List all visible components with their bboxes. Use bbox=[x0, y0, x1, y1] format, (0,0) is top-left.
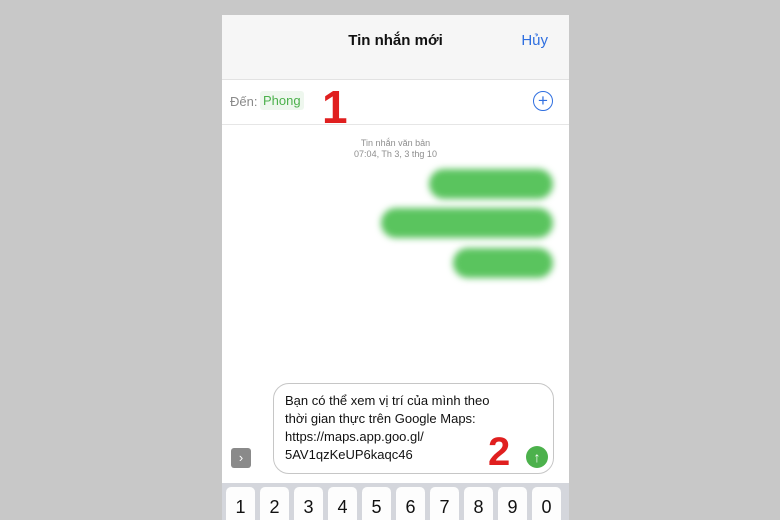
keyboard: 1 2 3 4 5 6 7 8 9 0 bbox=[222, 483, 569, 520]
timestamp-time: 07:04, Th 3, 3 thg 10 bbox=[354, 149, 437, 159]
arrow-up-icon[interactable]: ↑ bbox=[526, 446, 548, 468]
key-7[interactable]: 7 bbox=[430, 487, 459, 520]
key-9[interactable]: 9 bbox=[498, 487, 527, 520]
chevron-right-icon[interactable]: › bbox=[231, 448, 251, 468]
recipient-row[interactable]: Đến: Phong 1 + bbox=[222, 80, 569, 133]
nav-bar: Tin nhắn mới Hủy bbox=[222, 15, 569, 80]
recipient-label: Đến: bbox=[230, 94, 258, 109]
key-6[interactable]: 6 bbox=[396, 487, 425, 520]
key-2[interactable]: 2 bbox=[260, 487, 289, 520]
page-title: Tin nhắn mới bbox=[348, 32, 443, 49]
message-bubble-blurred bbox=[453, 248, 553, 278]
key-4[interactable]: 4 bbox=[328, 487, 357, 520]
key-8[interactable]: 8 bbox=[464, 487, 493, 520]
key-0[interactable]: 0 bbox=[532, 487, 561, 520]
annotation-number-2: 2 bbox=[488, 430, 511, 474]
message-input-text: Bạn có thể xem vị trí của mình theo thời… bbox=[285, 393, 490, 462]
key-3[interactable]: 3 bbox=[294, 487, 323, 520]
annotation-number-1: 1 bbox=[322, 81, 348, 133]
plus-circle-icon[interactable]: + bbox=[533, 91, 553, 111]
message-timestamp: Tin nhắn văn bản 07:04, Th 3, 3 thg 10 bbox=[222, 138, 569, 160]
recipient-chip[interactable]: Phong bbox=[260, 91, 304, 110]
message-bubble-blurred bbox=[381, 208, 553, 238]
key-1[interactable]: 1 bbox=[226, 487, 255, 520]
phone-screen: Tin nhắn mới Hủy Đến: Phong 1 + Tin nhắn… bbox=[222, 15, 569, 520]
message-bubble-blurred bbox=[429, 169, 553, 199]
timestamp-type: Tin nhắn văn bản bbox=[360, 138, 431, 148]
message-input[interactable]: Bạn có thể xem vị trí của mình theo thời… bbox=[273, 383, 554, 474]
key-5[interactable]: 5 bbox=[362, 487, 391, 520]
cancel-button[interactable]: Hủy bbox=[521, 32, 548, 49]
